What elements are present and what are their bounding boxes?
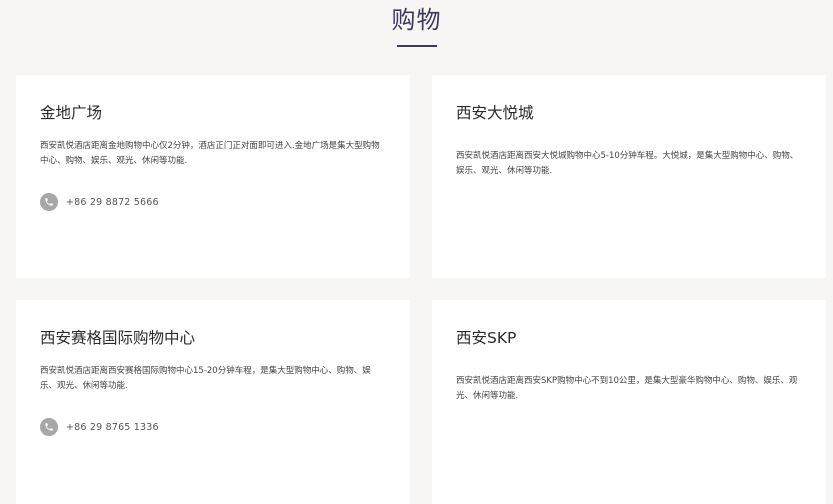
card-title: 金地广场 [40,104,103,122]
section-title: 购物 [391,6,442,34]
card-title: 西安SKP [456,329,517,347]
phone-row[interactable]: +86 29 8872 5666 [40,193,386,211]
shopping-page: 购物 金地广场 西安凯悦酒店距离金地购物中心仅2分钟，酒店正门正对面即可进入.金… [0,0,833,504]
card-description: 西安凯悦酒店距离西安赛格国际购物中心15-20分钟车程，是集大型购物中心、购物、… [40,366,371,391]
phone-number: +86 29 8765 1336 [66,421,159,433]
phone-icon [40,193,58,211]
phone-number: +86 29 8872 5666 [66,196,159,208]
shopping-card: 西安赛格国际购物中心 西安凯悦酒店距离西安赛格国际购物中心15-20分钟车程，是… [16,300,410,504]
card-title: 西安赛格国际购物中心 [40,329,196,347]
shopping-card: 西安大悦城 西安凯悦酒店距离西安大悦城购物中心5-10分钟车程。大悦城，是集大型… [432,75,826,278]
shopping-card: 金地广场 西安凯悦酒店距离金地购物中心仅2分钟，酒店正门正对面即可进入.金地广场… [16,75,410,278]
card-title: 西安大悦城 [456,104,534,122]
shopping-card: 西安SKP 西安凯悦酒店距离西安SKP购物中心不到10公里，是集大型豪华购物中心… [432,300,826,504]
card-description: 西安凯悦酒店距离西安大悦城购物中心5-10分钟车程。大悦城，是集大型购物中心、购… [456,151,799,176]
phone-icon [40,418,58,436]
section-header: 购物 [0,0,833,47]
card-description: 西安凯悦酒店距离西安SKP购物中心不到10公里，是集大型豪华购物中心、购物、娱乐… [456,376,798,401]
phone-row[interactable]: +86 29 8765 1336 [40,418,386,436]
card-description: 西安凯悦酒店距离金地购物中心仅2分钟，酒店正门正对面即可进入.金地广场是集大型购… [40,141,380,166]
title-underline [396,45,437,47]
